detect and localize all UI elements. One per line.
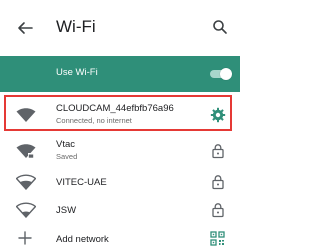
network-name: JSW: [56, 205, 77, 216]
network-item-vtac[interactable]: Vtac Saved: [0, 132, 240, 168]
selection-highlight: [4, 95, 232, 131]
network-name: Vtac: [56, 139, 76, 150]
wifi-locked-icon: [16, 144, 36, 158]
qr-code-icon[interactable]: [210, 231, 225, 246]
lock-icon: [212, 203, 224, 218]
use-wifi-toggle-row[interactable]: Use Wi-Fi: [0, 56, 240, 92]
add-network-label: Add network: [56, 234, 109, 245]
lock-icon: [212, 144, 224, 159]
arrow-back-icon[interactable]: [16, 19, 34, 37]
use-wifi-switch[interactable]: [210, 68, 232, 80]
search-icon[interactable]: [212, 19, 228, 35]
app-bar: Wi-Fi: [0, 0, 240, 56]
network-name: VITEC-UAE: [56, 177, 107, 188]
network-item-vitec-uae[interactable]: VITEC-UAE: [0, 168, 240, 196]
plus-icon: [18, 231, 32, 245]
network-status: Saved: [56, 152, 78, 161]
wifi-locked-icon: [16, 174, 36, 190]
network-item-jsw[interactable]: JSW: [0, 196, 240, 224]
lock-icon: [212, 175, 224, 190]
add-network-row[interactable]: Add network: [0, 226, 240, 252]
page-title: Wi-Fi: [56, 17, 96, 36]
use-wifi-label: Use Wi-Fi: [56, 67, 98, 78]
switch-thumb: [220, 68, 232, 80]
wifi-locked-icon: [16, 202, 36, 218]
